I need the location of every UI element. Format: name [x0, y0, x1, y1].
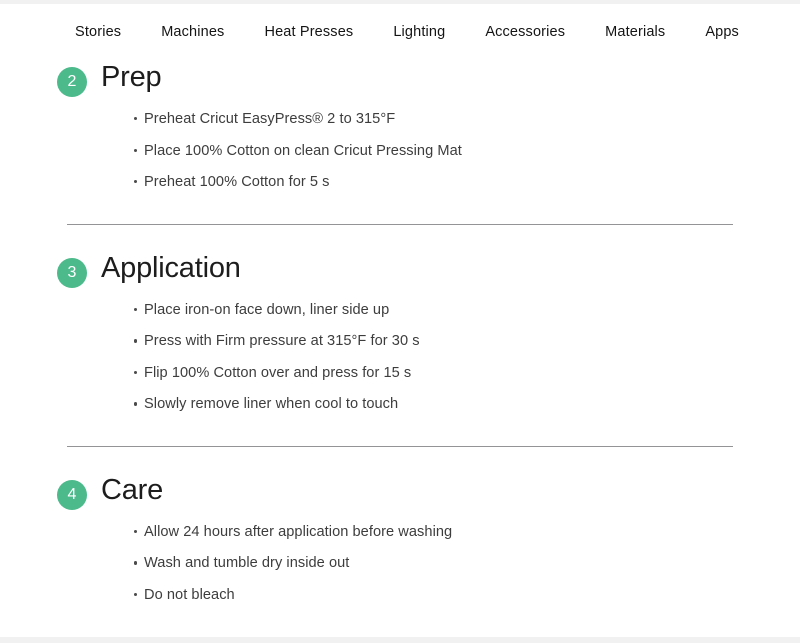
- list-item: Flip 100% Cotton over and press for 15 s: [134, 362, 778, 394]
- nav-item-accessories[interactable]: Accessories: [485, 24, 565, 40]
- section-care: 4 Care Allow 24 hours after application …: [0, 447, 800, 616]
- nav-item-lighting[interactable]: Lighting: [393, 24, 445, 40]
- list-item: Allow 24 hours after application before …: [134, 521, 778, 553]
- list-item: Preheat 100% Cotton for 5 s: [134, 171, 778, 203]
- nav-item-apps[interactable]: Apps: [705, 24, 739, 40]
- list-item: Place 100% Cotton on clean Cricut Pressi…: [134, 140, 778, 172]
- section-prep: 2 Prep Preheat Cricut EasyPress® 2 to 31…: [0, 56, 800, 225]
- list-item: Wash and tumble dry inside out: [134, 552, 778, 584]
- list-item: Place iron-on face down, liner side up: [134, 299, 778, 331]
- section-care-header: 4 Care: [22, 473, 778, 510]
- section-application: 3 Application Place iron-on face down, l…: [0, 225, 800, 447]
- section-title: Care: [101, 473, 164, 506]
- list-item: Preheat Cricut EasyPress® 2 to 315°F: [134, 108, 778, 140]
- page-bottom-band: [0, 637, 800, 643]
- step-number-badge: 4: [57, 479, 87, 510]
- section-prep-bullet-list: Preheat Cricut EasyPress® 2 to 315°F Pla…: [22, 108, 778, 203]
- section-care-bullet-list: Allow 24 hours after application before …: [22, 521, 778, 616]
- nav-item-heat-presses[interactable]: Heat Presses: [264, 24, 353, 40]
- section-title: Application: [101, 251, 241, 284]
- nav-item-materials[interactable]: Materials: [605, 24, 665, 40]
- instructions-content: 2 Prep Preheat Cricut EasyPress® 2 to 31…: [0, 56, 800, 615]
- step-number-badge: 2: [57, 67, 87, 97]
- step-number-badge: 3: [57, 257, 87, 288]
- section-application-header: 3 Application: [22, 251, 778, 288]
- section-title: Prep: [101, 61, 162, 93]
- section-application-bullet-list: Place iron-on face down, liner side up P…: [22, 299, 778, 425]
- list-item: Press with Firm pressure at 315°F for 30…: [134, 330, 778, 362]
- nav-item-machines[interactable]: Machines: [161, 24, 224, 40]
- list-item: Slowly remove liner when cool to touch: [134, 393, 778, 425]
- main-navigation: Stories Machines Heat Presses Lighting A…: [0, 4, 800, 60]
- nav-item-stories[interactable]: Stories: [75, 24, 121, 40]
- section-prep-header: 2 Prep: [22, 61, 778, 97]
- list-item: Do not bleach: [134, 584, 778, 616]
